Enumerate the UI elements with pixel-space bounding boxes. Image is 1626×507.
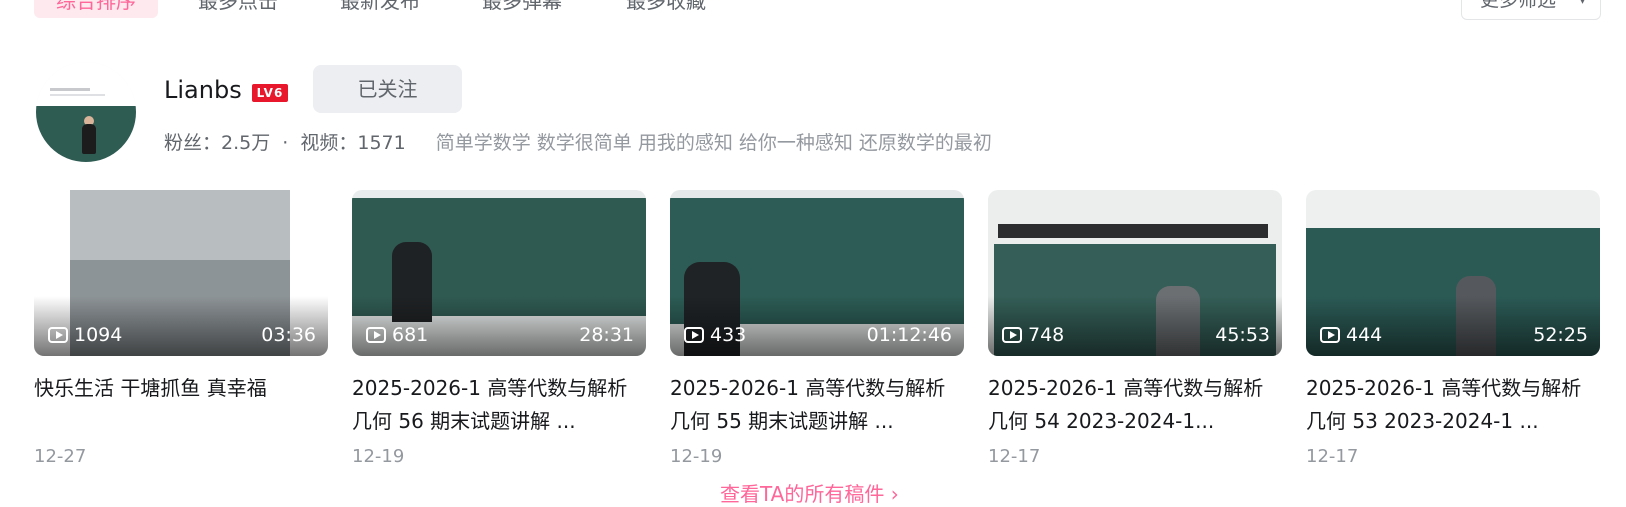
video-thumbnail[interactable]: 444 52:25 (1306, 190, 1600, 356)
meta-separator: · (282, 132, 289, 154)
chevron-down-icon: ▾ (1578, 0, 1586, 8)
avatar[interactable] (36, 62, 136, 162)
video-title[interactable]: 快乐生活 干塘抓鱼 真幸福 (34, 372, 328, 438)
sort-tab-most-favorites[interactable]: 最多收藏 (604, 0, 728, 18)
play-count: 681 (392, 324, 429, 346)
play-count-icon (1320, 327, 1340, 343)
play-stat: 433 (684, 324, 746, 346)
video-count: 视频：1571 (300, 132, 406, 154)
video-date: 12-17 (988, 446, 1041, 467)
more-filter-button[interactable]: 更多筛选 ▾ (1461, 0, 1601, 20)
video-title[interactable]: 2025-2026-1 高等代数与解析几何 56 期末试题讲解 ... (352, 372, 646, 438)
play-stat: 681 (366, 324, 428, 346)
play-stat: 444 (1320, 324, 1382, 346)
video-date: 12-19 (670, 446, 723, 467)
video-thumbnail[interactable]: 681 28:31 (352, 190, 646, 356)
fans-count: 粉丝：2.5万 (164, 132, 271, 154)
video-card[interactable]: 748 45:53 2025-2026-1 高等代数与解析几何 54 2023-… (988, 190, 1282, 467)
sort-tab-most-danmaku[interactable]: 最多弹幕 (460, 0, 584, 18)
video-thumbnail[interactable]: 748 45:53 (988, 190, 1282, 356)
video-card[interactable]: 433 01:12:46 2025-2026-1 高等代数与解析几何 55 期末… (670, 190, 964, 467)
video-card[interactable]: 444 52:25 2025-2026-1 高等代数与解析几何 53 2023-… (1306, 190, 1600, 467)
level-badge: LV6 (252, 84, 288, 102)
play-count-icon (684, 327, 704, 343)
video-card[interactable]: 1094 03:36 快乐生活 干塘抓鱼 真幸福 12-27 (34, 190, 328, 467)
play-count-icon (366, 327, 386, 343)
video-thumbnail[interactable]: 433 01:12:46 (670, 190, 964, 356)
follow-button[interactable]: 已关注 (313, 65, 462, 113)
video-duration: 01:12:46 (866, 324, 952, 346)
play-count-icon (48, 327, 68, 343)
video-date: 12-19 (352, 446, 405, 467)
more-filter-label: 更多筛选 (1480, 0, 1557, 11)
play-count-icon (1002, 327, 1022, 343)
video-duration: 03:36 (261, 324, 316, 346)
video-date: 12-27 (34, 446, 87, 467)
play-stat: 1094 (48, 324, 122, 346)
video-date: 12-17 (1306, 446, 1359, 467)
video-title[interactable]: 2025-2026-1 高等代数与解析几何 55 期末试题讲解 ... (670, 372, 964, 438)
play-count: 433 (710, 324, 747, 346)
user-meta: 粉丝：2.5万 · 视频：1571 简单学数学 数学很简单 用我的感知 给你一种… (164, 128, 992, 155)
video-card[interactable]: 681 28:31 2025-2026-1 高等代数与解析几何 56 期末试题讲… (352, 190, 646, 467)
video-duration: 52:25 (1533, 324, 1588, 346)
sort-tab-newest[interactable]: 最新发布 (318, 0, 442, 18)
view-all-videos-link[interactable]: 查看TA的所有稿件 › (720, 478, 899, 507)
play-count: 748 (1028, 324, 1065, 346)
play-count: 444 (1346, 324, 1383, 346)
video-thumbnail[interactable]: 1094 03:36 (34, 190, 328, 356)
play-stat: 748 (1002, 324, 1064, 346)
sort-tab-comprehensive[interactable]: 综合排序 (34, 0, 158, 18)
user-sign: 简单学数学 数学很简单 用我的感知 给你一种感知 还原数学的最初 (435, 132, 992, 154)
sort-tab-most-clicks[interactable]: 最多点击 (176, 0, 300, 18)
play-count: 1094 (74, 324, 123, 346)
video-title[interactable]: 2025-2026-1 高等代数与解析几何 53 2023-2024-1 ... (1306, 372, 1600, 438)
user-name[interactable]: Lianbs (164, 76, 242, 104)
video-duration: 45:53 (1215, 324, 1270, 346)
video-title[interactable]: 2025-2026-1 高等代数与解析几何 54 2023-2024-1... (988, 372, 1282, 438)
sort-bar: 综合排序 最多点击 最新发布 最多弹幕 最多收藏 更多筛选 ▾ (0, 0, 1626, 20)
video-duration: 28:31 (579, 324, 634, 346)
